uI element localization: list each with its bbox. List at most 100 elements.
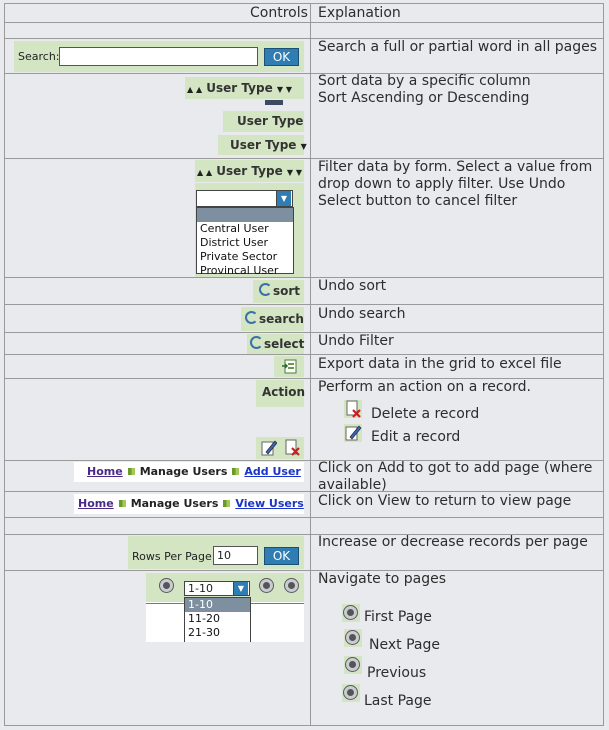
filter-header[interactable]: ▲ ▲ User Type ▼ ▼ — [195, 160, 304, 182]
sort-explanation-1: Sort data by a specific column — [318, 73, 531, 89]
search-label: Search: — [18, 50, 60, 63]
previous-page-icon — [345, 657, 360, 672]
filter-column-label: User Type — [216, 164, 283, 178]
delete-icon[interactable] — [284, 439, 301, 456]
sort-down-icon[interactable]: ▼ ▼ — [287, 168, 302, 177]
column-divider — [310, 3, 311, 726]
sort-ascending-header[interactable]: User Type — [223, 111, 304, 132]
add-explanation-1: Click on Add to got to add page (where — [318, 460, 593, 476]
breadcrumb-home-link[interactable]: Home — [78, 497, 114, 510]
undo-search-explanation: Undo search — [318, 306, 406, 322]
page-option[interactable]: 11-20 — [185, 612, 250, 626]
breadcrumb-separator-icon — [232, 468, 240, 475]
breadcrumb-view: Home Manage Users View Users — [74, 494, 304, 514]
breadcrumb-current: Manage Users — [139, 465, 228, 478]
delete-record-text: Delete a record — [371, 406, 480, 422]
pager-explanation: Navigate to pages — [318, 571, 447, 587]
sort-column-label: User Type — [206, 81, 273, 95]
first-page-icon — [343, 605, 358, 620]
first-page-icon[interactable] — [159, 578, 174, 593]
undo-icon — [250, 336, 263, 349]
chevron-down-icon[interactable]: ▼ — [276, 191, 291, 206]
last-page-icon-sample — [342, 684, 360, 702]
rows-per-page-ok-button[interactable]: OK — [264, 547, 299, 565]
breadcrumb-separator-icon — [223, 500, 231, 507]
sort-up-icon[interactable]: ▲ ▲ — [197, 168, 212, 177]
breadcrumb-separator-icon — [127, 468, 135, 475]
undo-icon — [259, 283, 272, 296]
filter-option[interactable]: Private Sector — [197, 250, 293, 264]
filter-option[interactable]: Provincal User — [197, 264, 293, 278]
header-controls: Controls — [250, 5, 308, 21]
sort-up-icon[interactable]: ▲ ▲ — [187, 85, 202, 94]
edit-icon — [345, 425, 362, 441]
view-explanation: Click on View to return to view page — [318, 493, 572, 509]
chevron-down-icon[interactable]: ▼ — [233, 582, 248, 595]
export-button[interactable] — [274, 356, 304, 377]
undo-filter-button[interactable]: select — [247, 334, 304, 354]
next-page-icon — [345, 630, 360, 645]
first-page-text: First Page — [364, 609, 432, 625]
export-explanation: Export data in the grid to excel file — [318, 356, 562, 372]
row-divider — [4, 491, 604, 492]
next-page-icon[interactable] — [259, 578, 274, 593]
undo-icon — [245, 311, 258, 324]
filter-explanation-2: drop down to apply filter. Use Undo — [318, 176, 566, 192]
undo-search-button[interactable]: search — [241, 307, 304, 331]
page-option[interactable]: 1-10 — [185, 598, 250, 612]
last-page-icon[interactable] — [284, 578, 299, 593]
rows-per-page-explanation: Increase or decrease records per page — [318, 534, 588, 550]
undo-sort-explanation: Undo sort — [318, 278, 387, 294]
undo-filter-label: select — [264, 337, 305, 351]
search-input[interactable] — [59, 47, 258, 66]
row-divider — [4, 304, 604, 305]
delete-icon-sample — [344, 400, 362, 418]
page-option[interactable]: 21-30 — [185, 626, 250, 640]
previous-page-text: Previous — [367, 665, 427, 681]
filter-options-list[interactable]: Central User District User Private Secto… — [196, 207, 294, 277]
edit-icon-sample — [344, 424, 362, 442]
next-page-text: Next Page — [369, 637, 440, 653]
excel-export-icon — [282, 359, 297, 374]
filter-explanation-1: Filter data by form. Select a value from — [318, 159, 593, 175]
filter-explanation-3: Select button to cancel filter — [318, 193, 518, 209]
next-page-icon-sample — [344, 629, 362, 647]
row-divider — [4, 332, 604, 333]
sort-desc-icon: ▼ — [300, 142, 307, 151]
filter-option[interactable]: District User — [197, 236, 293, 250]
breadcrumb-home-link[interactable]: Home — [87, 465, 123, 478]
row-divider — [4, 354, 604, 355]
undo-sort-button[interactable]: sort — [253, 280, 304, 303]
edit-record-text: Edit a record — [371, 429, 461, 445]
sort-descending-header[interactable]: User Type ▼ — [218, 135, 307, 155]
filter-option[interactable]: Central User — [197, 222, 293, 236]
view-users-link[interactable]: View Users — [235, 497, 303, 510]
row-divider — [4, 517, 604, 518]
rows-per-page-input[interactable]: 10 — [213, 546, 258, 565]
action-explanation: Perform an action on a record. — [318, 379, 531, 395]
undo-sort-label: sort — [273, 284, 301, 298]
edit-icon[interactable] — [261, 439, 277, 456]
add-explanation-2: available) — [318, 477, 387, 493]
column-divider-mark — [265, 100, 283, 105]
filter-option-blank[interactable] — [197, 208, 293, 222]
breadcrumb-add: Home Manage Users Add User — [74, 462, 304, 482]
action-header: Action — [262, 385, 306, 399]
search-ok-button[interactable]: OK — [264, 48, 299, 66]
last-page-icon — [343, 685, 358, 700]
undo-filter-explanation: Undo Filter — [318, 333, 394, 349]
sort-down-icon[interactable]: ▼ ▼ — [277, 85, 292, 94]
first-page-icon-sample — [342, 604, 360, 622]
sort-explanation-2: Sort Ascending or Descending — [318, 90, 530, 106]
delete-icon — [346, 400, 361, 418]
add-user-link[interactable]: Add User — [244, 465, 300, 478]
sort-column-label: User Type — [230, 138, 297, 152]
sort-header[interactable]: ▲ ▲ User Type ▼ ▼ — [185, 77, 304, 99]
breadcrumb-current: Manage Users — [130, 497, 219, 510]
previous-page-icon-sample — [344, 656, 362, 674]
undo-search-label: search — [259, 312, 304, 326]
page-options-list[interactable]: 1-10 11-20 21-30 — [184, 597, 251, 642]
row-divider — [4, 277, 604, 278]
row-divider — [4, 570, 604, 571]
search-explanation: Search a full or partial word in all pag… — [318, 39, 598, 55]
